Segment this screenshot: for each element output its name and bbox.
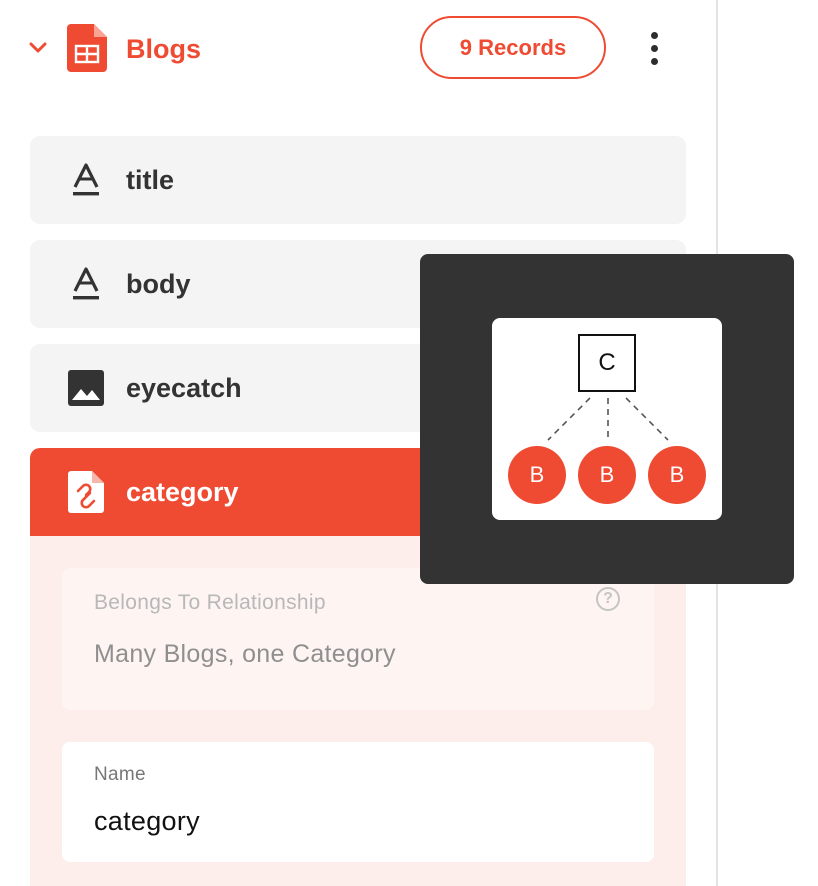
- chevron-down-icon[interactable]: [28, 38, 48, 58]
- relationship-tooltip: C B B B: [420, 254, 794, 584]
- field-label: body: [126, 269, 191, 299]
- field-label: eyecatch: [126, 373, 242, 403]
- name-field[interactable]: Name category: [62, 742, 654, 862]
- records-button[interactable]: 9 Records: [420, 16, 606, 79]
- field-label: title: [126, 165, 175, 195]
- field-row-title[interactable]: title: [30, 136, 686, 224]
- field-label: category: [126, 477, 239, 507]
- kebab-menu-icon[interactable]: [636, 28, 672, 68]
- field-detail-panel: Belongs To Relationship Many Blogs, one …: [30, 536, 686, 886]
- relation-link-icon: [68, 471, 104, 513]
- relationship-description: Many Blogs, one Category: [94, 640, 396, 668]
- help-icon[interactable]: ?: [596, 587, 620, 611]
- child-node: B: [648, 446, 706, 504]
- model-name: Blogs: [126, 34, 202, 64]
- child-node: B: [508, 446, 566, 504]
- table-icon: [67, 24, 107, 72]
- parent-node: C: [578, 334, 636, 392]
- image-field-icon: [68, 370, 104, 406]
- relationship-diagram: C B B B: [492, 318, 722, 520]
- text-field-icon: [68, 162, 104, 198]
- child-node: B: [578, 446, 636, 504]
- name-field-value[interactable]: category: [94, 806, 200, 837]
- text-field-icon: [68, 266, 104, 302]
- relationship-info: Belongs To Relationship Many Blogs, one …: [62, 568, 654, 710]
- name-field-label: Name: [94, 764, 146, 785]
- relationship-type-label: Belongs To Relationship: [94, 591, 326, 614]
